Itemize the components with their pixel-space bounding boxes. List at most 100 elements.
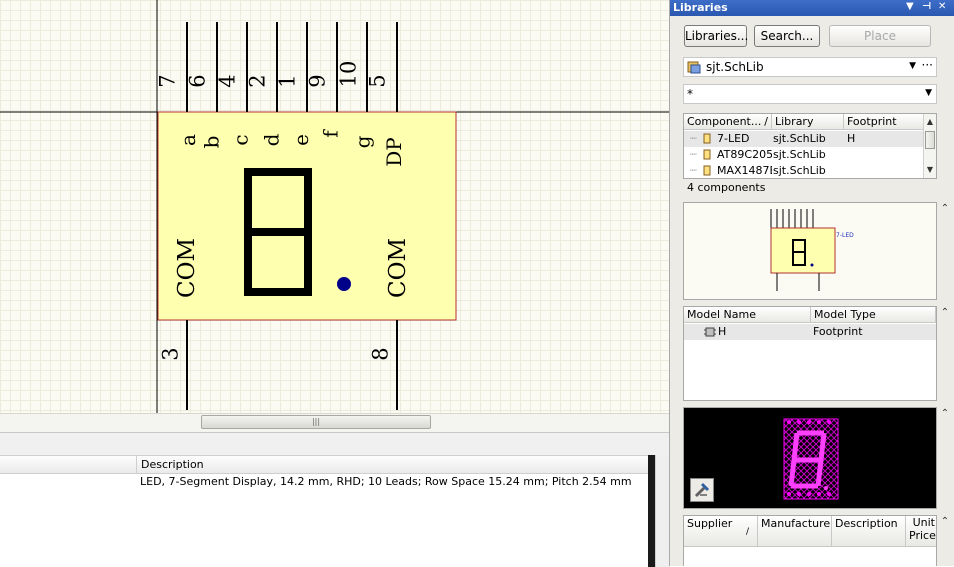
tree-line: ┈ [690, 148, 697, 161]
segment-label: d [259, 133, 284, 147]
pin-number-label: 6 [185, 74, 210, 88]
schematic-preview: 7-LED [683, 202, 937, 300]
vertical-scrollbar[interactable] [655, 455, 670, 567]
component-library: sjt.SchLib [773, 164, 826, 177]
scroll-down-icon[interactable]: ▼ [924, 164, 936, 176]
component-description: LED, 7-Segment Display, 14.2 mm, RHD; 10… [140, 475, 632, 488]
description-column-header[interactable]: Description [832, 516, 906, 547]
tree-line: ┈ [690, 164, 697, 177]
more-options-icon[interactable]: ··· [922, 58, 933, 72]
sort-indicator: / [745, 527, 749, 537]
filter-combo[interactable]: * ▼ [683, 84, 937, 104]
schematic-preview-drawing [770, 209, 836, 291]
segment-label: c [228, 134, 253, 146]
component-footprint: H [847, 132, 856, 145]
pin-number-label: 7 [155, 74, 180, 88]
bottom-pins [186, 320, 398, 410]
panel-title: Libraries [673, 1, 728, 14]
details-header-row: Description [0, 456, 648, 474]
chevron-down-icon: ▼ [925, 88, 932, 98]
model-type-column-header[interactable]: Model Type [811, 307, 936, 323]
segment-label: g [350, 135, 375, 149]
segment-label: f [318, 130, 343, 138]
component-icon [703, 149, 711, 160]
unit-price-column-header[interactable]: Unit Price [906, 516, 936, 547]
details-panel: Description LED, 7-Segment Display, 14.2… [0, 432, 670, 567]
pin-number-label: 1 [275, 74, 300, 88]
component-column-header[interactable]: Component... / [684, 114, 772, 130]
details-toolbar [0, 433, 669, 456]
manufacturer-column-header[interactable]: Manufacturer [758, 516, 832, 547]
supplier-list: Supplier / Manufacturer Description Unit… [683, 515, 937, 566]
model-row[interactable]: H Footprint [684, 324, 936, 340]
pin-number-label: 9 [305, 74, 330, 88]
component-name: AT89C205 [717, 148, 772, 161]
library-icon [687, 61, 701, 74]
model-list: Model Name Model Type H Footprint [683, 306, 937, 401]
com-label-right: COM [385, 237, 412, 299]
footprint-icon [704, 327, 716, 337]
pin-number-label: 2 [245, 74, 270, 88]
schematic-drawing [0, 0, 669, 413]
horizontal-scrollbar[interactable]: ||| [0, 413, 669, 432]
scroll-up-icon[interactable]: ▲ [924, 116, 936, 128]
scrollbar-thumb[interactable]: ||| [201, 415, 431, 429]
filter-value: * [687, 87, 693, 101]
place-button[interactable]: Place [829, 25, 931, 47]
search-button[interactable]: Search... [754, 25, 820, 47]
component-icon [703, 165, 711, 176]
footprint-column-header[interactable]: Footprint [844, 114, 924, 130]
chevron-down-icon: ▼ [909, 61, 916, 71]
segment-label: a [175, 134, 200, 146]
collapse-up-icon[interactable]: ⌃ [938, 515, 952, 529]
segment-label: e [288, 134, 313, 146]
component-count: 4 components [687, 181, 766, 194]
panel-menu-icon[interactable]: ▼ [906, 1, 914, 12]
library-column-header[interactable]: Library [772, 114, 844, 130]
libraries-button[interactable]: Libraries... [684, 25, 748, 47]
library-select-value: sjt.SchLib [706, 60, 764, 74]
footprint-preview [683, 407, 937, 509]
component-row[interactable]: ┈ 7-LED sjt.SchLib H [684, 131, 924, 147]
top-pins [186, 22, 398, 112]
panel-title-bar: Libraries ▼ ⊣ ✕ [670, 0, 954, 16]
pin-number-label: 5 [365, 74, 390, 88]
component-icon [703, 133, 711, 144]
footprint-preview-drawing [783, 418, 839, 500]
libraries-panel: Libraries ▼ ⊣ ✕ Libraries... Search... P… [669, 0, 954, 566]
component-row[interactable]: ┈ AT89C205 sjt.SchLib [684, 147, 924, 163]
decimal-point [337, 277, 351, 291]
supplier-column-header[interactable]: Supplier / [684, 516, 758, 547]
close-icon[interactable]: ✕ [938, 1, 946, 12]
column-header-blank[interactable] [0, 456, 137, 473]
pin-number-label: 8 [368, 347, 393, 361]
scrollbar-grip: ||| [311, 417, 321, 426]
pin-number-label: 3 [158, 347, 183, 361]
tree-line: ┈ [690, 132, 697, 145]
collapse-up-icon[interactable]: ⌃ [938, 306, 952, 320]
component-name: MAX1487E [717, 164, 772, 177]
segment-label: b [199, 135, 224, 149]
component-library: sjt.SchLib [773, 132, 826, 145]
pin-icon[interactable]: ⊣ [922, 1, 931, 12]
description-column-header[interactable]: Description [141, 458, 204, 471]
pin-number-label: 4 [215, 74, 240, 88]
pin-number-label: 10 [336, 60, 361, 88]
tools-icon [694, 482, 710, 498]
component-list: Component... / Library Footprint ┈ 7-LED… [683, 113, 937, 179]
com-label-left: COM [174, 237, 201, 299]
component-library: sjt.SchLib [773, 148, 826, 161]
3d-view-tool-icon[interactable] [690, 478, 714, 502]
component-list-scrollbar[interactable]: ▲ ▼ [923, 114, 936, 178]
scrollbar-thumb[interactable] [925, 131, 935, 149]
component-name: 7-LED [717, 132, 750, 145]
collapse-up-icon[interactable]: ⌃ [938, 407, 952, 421]
sort-indicator: / [764, 115, 768, 128]
preview-component-label: 7-LED [836, 232, 854, 239]
segment-label: DP [381, 137, 406, 167]
component-row[interactable]: ┈ MAX1487E sjt.SchLib [684, 163, 924, 178]
library-select[interactable]: sjt.SchLib ▼ ··· [683, 57, 937, 77]
schematic-canvas[interactable]: 7 6 4 2 1 9 10 5 a b c d e f g DP COM CO… [0, 0, 669, 432]
model-name-column-header[interactable]: Model Name [684, 307, 811, 323]
collapse-up-icon[interactable]: ⌃ [938, 202, 952, 216]
